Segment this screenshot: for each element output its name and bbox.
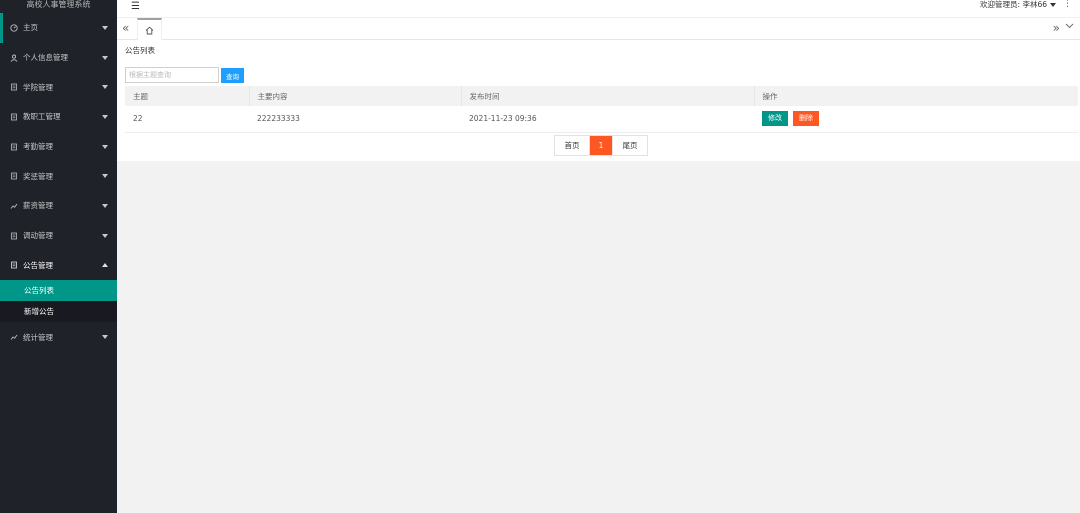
chevron-up-icon	[102, 263, 108, 268]
content-panel: 公告列表 查询 主题 主要内容 发布时间 操作 22 222233333 202…	[117, 40, 1080, 161]
sidebar-item-transfer[interactable]: 调动管理	[0, 221, 117, 251]
delete-button[interactable]: 删除	[793, 111, 819, 127]
list-icon	[10, 143, 18, 151]
more-vertical-icon[interactable]: ⋮	[1063, 0, 1072, 9]
column-header-content: 主要内容	[249, 86, 462, 106]
welcome-text: 欢迎管理员: 李林66	[980, 0, 1047, 9]
submenu-item-announcement-list[interactable]: 公告列表	[0, 280, 117, 302]
chevron-down-icon	[102, 114, 108, 119]
sidebar-item-label: 学院管理	[23, 82, 53, 92]
sidebar-item-salary[interactable]: 薪资管理	[0, 191, 117, 221]
tab-scroll-right-icon[interactable]: »	[1053, 21, 1060, 35]
sidebar-item-announcement[interactable]: 公告管理	[0, 251, 117, 281]
submenu-item-add-announcement[interactable]: 新增公告	[0, 301, 117, 322]
breadcrumb: 公告列表	[125, 46, 155, 55]
pagination-current-page[interactable]: 1	[590, 136, 612, 155]
sidebar-item-statistics[interactable]: 统计管理	[0, 322, 117, 352]
table-header-row: 主题 主要内容 发布时间 操作	[125, 86, 1078, 106]
home-icon	[145, 26, 154, 34]
cell-title: 22	[125, 106, 249, 133]
chevron-down-icon	[102, 25, 108, 30]
menu-toggle-icon[interactable]: ☰	[131, 1, 140, 12]
chevron-down-icon	[102, 174, 108, 179]
sidebar-item-label: 薪资管理	[23, 201, 53, 211]
list-icon	[10, 172, 18, 180]
tab-bar: « »	[117, 17, 1080, 40]
sidebar-item-label: 主页	[23, 23, 38, 33]
list-icon	[10, 113, 18, 121]
sidebar-item-label: 个人信息管理	[23, 53, 68, 63]
column-header-title: 主题	[125, 86, 250, 106]
sidebar-item-personal-info[interactable]: 个人信息管理	[0, 43, 117, 73]
pagination: 首页 1 尾页	[554, 135, 648, 156]
sidebar-item-label: 考勤管理	[23, 142, 53, 152]
top-header: ☰ 欢迎管理员: 李林66 ⋮	[117, 0, 1080, 17]
search-button[interactable]: 查询	[221, 68, 244, 83]
user-icon	[10, 54, 18, 62]
list-icon	[10, 232, 18, 240]
list-icon	[10, 83, 18, 91]
sidebar-item-attendance[interactable]: 考勤管理	[0, 132, 117, 162]
tab-scroll-left-icon[interactable]: «	[122, 21, 129, 35]
chevron-down-icon	[102, 85, 108, 90]
chevron-down-icon	[1050, 3, 1056, 7]
pagination-last-button[interactable]: 尾页	[612, 136, 647, 155]
sidebar-item-label: 奖惩管理	[23, 171, 53, 181]
sidebar-item-college[interactable]: 学院管理	[0, 72, 117, 102]
chevron-down-icon	[102, 203, 108, 208]
tab-options-chevron-icon[interactable]	[1065, 22, 1074, 32]
table-row: 22 222233333 2021-11-23 09:36 修改 删除	[125, 106, 1078, 133]
sidebar-item-label: 教职工管理	[23, 112, 61, 122]
sidebar-item-staff[interactable]: 教职工管理	[0, 102, 117, 132]
user-menu[interactable]: 欢迎管理员: 李林66	[980, 0, 1056, 9]
pagination-first-button[interactable]: 首页	[555, 136, 590, 155]
dashboard-icon	[10, 24, 18, 32]
chevron-down-icon	[102, 144, 108, 149]
search-input[interactable]	[125, 67, 219, 83]
cell-actions: 修改 删除	[754, 106, 1078, 133]
chart-icon	[10, 333, 18, 341]
sidebar-item-label: 公告管理	[23, 260, 53, 270]
chart-icon	[10, 202, 18, 210]
sidebar-item-label: 统计管理	[23, 332, 53, 342]
list-icon	[10, 261, 18, 269]
chevron-down-icon	[102, 233, 108, 238]
announcement-submenu: 公告列表 新增公告	[0, 280, 117, 323]
sidebar: 高校人事管理系统 主页 个人信息管理 学院管理 教职工管理 考勤管理 奖惩管理 …	[0, 0, 117, 513]
column-header-time: 发布时间	[461, 86, 755, 106]
sidebar-item-home[interactable]: 主页	[0, 13, 117, 43]
edit-button[interactable]: 修改	[762, 111, 788, 127]
chevron-down-icon	[102, 55, 108, 60]
cell-time: 2021-11-23 09:36	[461, 106, 754, 133]
column-header-actions: 操作	[754, 86, 1078, 106]
sidebar-item-label: 调动管理	[23, 231, 53, 241]
app-logo-title: 高校人事管理系统	[26, 0, 91, 9]
tab-home[interactable]	[137, 18, 162, 40]
chevron-down-icon	[102, 335, 108, 340]
announcement-table: 主题 主要内容 发布时间 操作 22 222233333 2021-11-23 …	[125, 86, 1078, 133]
cell-content: 222233333	[249, 106, 461, 133]
sidebar-item-rewards[interactable]: 奖惩管理	[0, 161, 117, 191]
